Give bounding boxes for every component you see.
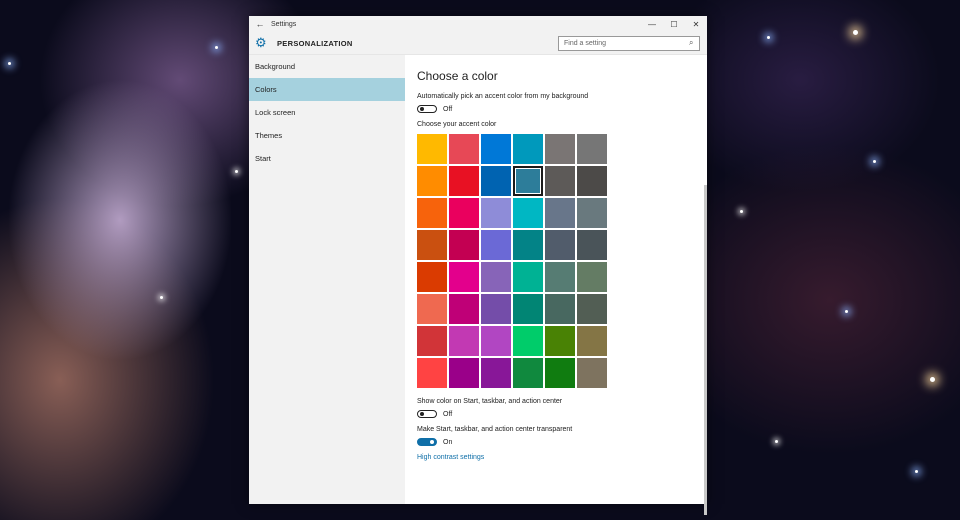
auto-pick-toggle[interactable]: [417, 105, 437, 113]
accent-swatch[interactable]: [449, 198, 479, 228]
accent-swatch[interactable]: [545, 198, 575, 228]
accent-swatch[interactable]: [545, 294, 575, 324]
accent-swatch[interactable]: [513, 358, 543, 388]
accent-swatch[interactable]: [545, 230, 575, 260]
accent-swatch[interactable]: [513, 134, 543, 164]
accent-swatch[interactable]: [577, 198, 607, 228]
transparent-state: On: [443, 438, 453, 446]
accent-swatch[interactable]: [481, 198, 511, 228]
accent-swatch[interactable]: [481, 326, 511, 356]
star: [235, 170, 238, 173]
accent-swatch[interactable]: [449, 230, 479, 260]
star: [8, 62, 11, 65]
back-arrow-icon[interactable]: ←: [249, 19, 271, 29]
accent-swatch[interactable]: [449, 166, 479, 196]
accent-swatch[interactable]: [417, 134, 447, 164]
auto-pick-label: Automatically pick an accent color from …: [417, 93, 589, 100]
accent-swatch[interactable]: [481, 166, 511, 196]
show-color-state: Off: [443, 410, 453, 418]
accent-swatch[interactable]: [449, 326, 479, 356]
settings-window: ← Settings — ☐ ✕ ⚙ PERSONALIZATION Find …: [249, 16, 707, 515]
scrollbar[interactable]: [704, 185, 707, 515]
accent-swatch[interactable]: [545, 134, 575, 164]
star: [215, 46, 218, 49]
accent-swatch[interactable]: [417, 166, 447, 196]
accent-swatch[interactable]: [577, 262, 607, 292]
page-title: PERSONALIZATION: [277, 38, 353, 48]
auto-pick-state: Off: [443, 105, 453, 113]
star: [930, 377, 935, 382]
sidebar-item-background[interactable]: Background: [249, 55, 405, 78]
accent-swatch[interactable]: [577, 166, 607, 196]
accent-swatch[interactable]: [577, 294, 607, 324]
maximize-button[interactable]: ☐: [663, 20, 685, 29]
accent-swatch[interactable]: [545, 166, 575, 196]
star: [873, 160, 876, 163]
accent-swatch[interactable]: [513, 166, 543, 196]
accent-swatch[interactable]: [449, 262, 479, 292]
star: [853, 30, 858, 35]
search-input[interactable]: Find a setting ⌕: [558, 35, 700, 51]
accent-color-grid: [417, 134, 607, 388]
accent-swatch[interactable]: [481, 294, 511, 324]
show-color-label: Show color on Start, taskbar, and action…: [417, 398, 563, 405]
accent-swatch[interactable]: [545, 358, 575, 388]
sidebar-item-colors[interactable]: Colors: [249, 78, 405, 101]
accent-swatch[interactable]: [417, 326, 447, 356]
title-bar: ← Settings — ☐ ✕: [249, 16, 707, 32]
accent-swatch[interactable]: [449, 134, 479, 164]
accent-swatch[interactable]: [449, 358, 479, 388]
accent-swatch[interactable]: [449, 294, 479, 324]
accent-swatch[interactable]: [545, 262, 575, 292]
star: [767, 36, 770, 39]
toggle-knob: [430, 440, 434, 444]
accent-swatch[interactable]: [513, 326, 543, 356]
sidebar-item-themes[interactable]: Themes: [249, 124, 405, 147]
accent-swatch[interactable]: [513, 198, 543, 228]
star: [740, 210, 743, 213]
minimize-button[interactable]: —: [641, 20, 663, 29]
star: [160, 296, 163, 299]
accent-swatch[interactable]: [513, 294, 543, 324]
transparent-label: Make Start, taskbar, and action center t…: [417, 426, 573, 433]
sidebar-item-start[interactable]: Start: [249, 147, 405, 170]
star: [845, 310, 848, 313]
accent-swatch[interactable]: [417, 262, 447, 292]
accent-swatch[interactable]: [577, 134, 607, 164]
star: [915, 470, 918, 473]
accent-swatch[interactable]: [481, 358, 511, 388]
high-contrast-link[interactable]: High contrast settings: [417, 454, 695, 461]
search-icon[interactable]: ⌕: [689, 38, 699, 48]
accent-swatch[interactable]: [545, 326, 575, 356]
star: [775, 440, 778, 443]
gear-icon: ⚙: [255, 35, 267, 50]
accent-swatch[interactable]: [417, 294, 447, 324]
accent-swatch[interactable]: [577, 358, 607, 388]
toggle-knob: [420, 107, 424, 111]
accent-swatch[interactable]: [513, 262, 543, 292]
accent-swatch[interactable]: [577, 230, 607, 260]
section-heading: Choose a color: [417, 69, 498, 83]
show-color-toggle[interactable]: [417, 410, 437, 418]
sidebar: Background Colors Lock screen Themes Sta…: [249, 55, 405, 504]
accent-swatch[interactable]: [481, 230, 511, 260]
sidebar-item-lock-screen[interactable]: Lock screen: [249, 101, 405, 124]
search-placeholder: Find a setting: [564, 39, 607, 47]
accent-color-label: Choose your accent color: [417, 121, 497, 128]
accent-swatch[interactable]: [417, 358, 447, 388]
main-content: Choose a color Automatically pick an acc…: [405, 55, 707, 515]
accent-swatch[interactable]: [417, 198, 447, 228]
accent-swatch[interactable]: [417, 230, 447, 260]
toggle-knob: [420, 412, 424, 416]
close-button[interactable]: ✕: [685, 20, 707, 29]
window-title: Settings: [271, 20, 297, 28]
settings-header: ⚙ PERSONALIZATION Find a setting ⌕: [249, 32, 707, 55]
accent-swatch[interactable]: [577, 326, 607, 356]
accent-swatch[interactable]: [481, 262, 511, 292]
accent-swatch[interactable]: [513, 230, 543, 260]
transparent-toggle[interactable]: [417, 438, 437, 446]
accent-swatch[interactable]: [481, 134, 511, 164]
